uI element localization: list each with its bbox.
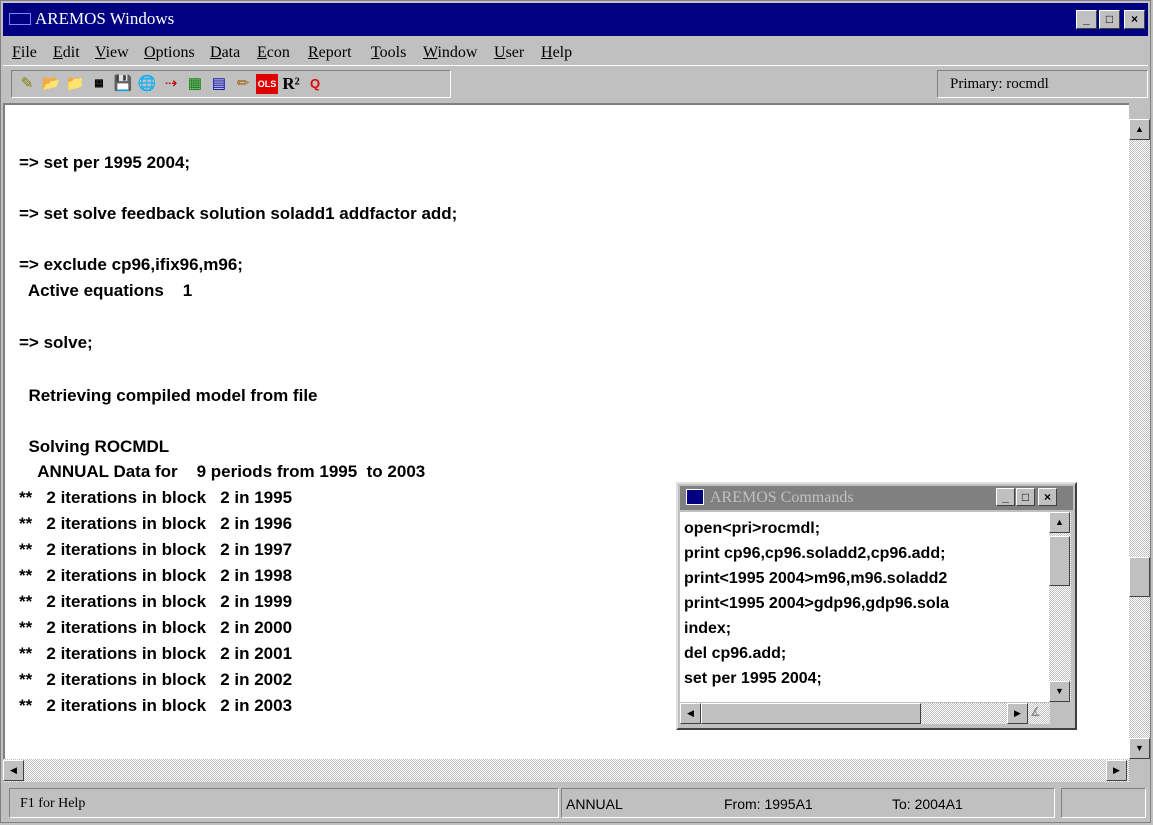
series-icon[interactable]: ▦: [88, 74, 110, 94]
menu-user[interactable]: User: [494, 44, 524, 62]
menu-help[interactable]: Help: [541, 44, 572, 62]
new-icon[interactable]: ✎: [16, 74, 38, 94]
console-line: ** 2 iterations in block 2 in 1997: [19, 540, 293, 559]
commands-scroll-thumb[interactable]: [1049, 536, 1070, 586]
console-line: ** 2 iterations in block 2 in 1995: [19, 488, 293, 507]
console-line: ** 2 iterations in block 2 in 2001: [19, 644, 293, 663]
commands-scroll-down-icon[interactable]: ▼: [1049, 681, 1070, 702]
folder-icon[interactable]: 📁: [64, 74, 86, 94]
command-item[interactable]: set per 1995 2004;: [684, 670, 822, 688]
command-item[interactable]: open<pri>rocmdl;: [684, 520, 820, 538]
ols-button[interactable]: OLS: [256, 74, 278, 94]
scroll-down-icon[interactable]: ▼: [1129, 738, 1150, 759]
menu-tools[interactable]: Tools: [371, 44, 406, 62]
command-item[interactable]: index;: [684, 620, 731, 638]
command-item[interactable]: print<1995 2004>gdp96,gdp96.sola: [684, 595, 949, 613]
table-icon[interactable]: ▦: [184, 74, 206, 94]
to-period: To: 2004A1: [892, 796, 963, 812]
commands-scroll-right-icon[interactable]: ▶: [1007, 703, 1028, 724]
commands-scroll-left-icon[interactable]: ◀: [680, 703, 701, 724]
menu-bar: File Edit View Options Data Econ Report …: [3, 38, 1148, 64]
vertical-scrollbar[interactable]: ▲ ▼: [1129, 119, 1150, 759]
menu-window[interactable]: Window: [423, 44, 477, 62]
from-period: From: 1995A1: [724, 796, 813, 812]
command-item[interactable]: del cp96.add;: [684, 645, 786, 663]
console-line: Retrieving compiled model from file: [19, 386, 318, 405]
resize-grip-icon[interactable]: ∡: [1030, 705, 1041, 719]
console-line: ** 2 iterations in block 2 in 2002: [19, 670, 293, 689]
horizontal-scrollbar[interactable]: ◀ ▶: [3, 759, 1129, 782]
commands-scroll-up-icon[interactable]: ▲: [1049, 512, 1070, 533]
maximize-button[interactable]: □: [1099, 10, 1120, 29]
commands-window-title: AREMOS Commands: [710, 489, 854, 506]
console-line: ** 2 iterations in block 2 in 1996: [19, 514, 293, 533]
console-line: ** 2 iterations in block 2 in 1999: [19, 592, 293, 611]
commands-vertical-scrollbar[interactable]: ▲ ▼: [1049, 512, 1071, 702]
chart-icon[interactable]: ⇢: [160, 74, 182, 94]
help-hint: F1 for Help: [9, 788, 559, 818]
menu-file[interactable]: File: [12, 44, 37, 62]
menu-econ[interactable]: Econ: [257, 44, 290, 62]
console-line: Active equations 1: [19, 281, 193, 300]
console-line: ** 2 iterations in block 2 in 2003: [19, 696, 293, 715]
commands-minimize-button[interactable]: _: [996, 488, 1015, 506]
main-window: AREMOS Windows _ □ × File Edit View Opti…: [0, 0, 1151, 823]
command-item[interactable]: print<1995 2004>m96,m96.soladd2: [684, 570, 947, 588]
commands-horizontal-scrollbar[interactable]: ◀ ▶ ∡: [680, 703, 1050, 724]
scroll-left-icon[interactable]: ◀: [3, 760, 24, 781]
status-extra-panel: [1061, 788, 1146, 818]
menu-data[interactable]: Data: [210, 44, 240, 62]
commands-hscroll-thumb[interactable]: [701, 703, 921, 724]
scroll-up-icon[interactable]: ▲: [1129, 119, 1150, 140]
commands-history-list[interactable]: open<pri>rocmdl; print cp96,cp96.soladd2…: [680, 512, 1049, 702]
quit-button[interactable]: Q: [304, 74, 326, 94]
r-squared-button[interactable]: R²: [280, 74, 302, 94]
console-line: ** 2 iterations in block 2 in 1998: [19, 566, 293, 585]
commands-window[interactable]: AREMOS Commands _ □ × open<pri>rocmdl; p…: [676, 482, 1077, 730]
toolbar-buttons: ✎ 📂 📁 ▦ 💾 🌐 ⇢ ▦ ▤ ✏ OLS R² Q: [11, 70, 451, 98]
save-icon[interactable]: 💾: [112, 74, 134, 94]
console-line: => set per 1995 2004;: [19, 153, 191, 172]
edit-icon[interactable]: ✏: [232, 74, 254, 94]
scroll-right-icon[interactable]: ▶: [1106, 760, 1127, 781]
menu-report[interactable]: Report: [308, 44, 352, 62]
menu-view[interactable]: View: [95, 44, 129, 62]
graph-icon[interactable]: ▤: [208, 74, 230, 94]
close-button[interactable]: ×: [1124, 10, 1145, 29]
commands-maximize-button[interactable]: □: [1016, 488, 1035, 506]
window-title: AREMOS Windows: [35, 9, 175, 28]
status-panel: ANNUAL From: 1995A1 To: 2004A1: [561, 788, 1055, 818]
console-line: => set solve feedback solution soladd1 a…: [19, 204, 458, 223]
open-icon[interactable]: 📂: [40, 74, 62, 94]
globe-icon[interactable]: 🌐: [136, 74, 158, 94]
app-icon[interactable]: [9, 13, 31, 25]
toolbar: ✎ 📂 📁 ▦ 💾 🌐 ⇢ ▦ ▤ ✏ OLS R² Q Primary: ro…: [3, 65, 1148, 102]
menu-options[interactable]: Options: [144, 44, 195, 62]
console-line: => solve;: [19, 333, 93, 352]
frequency-label: ANNUAL: [566, 796, 623, 812]
minimize-button[interactable]: _: [1076, 10, 1097, 29]
status-bar: F1 for Help ANNUAL From: 1995A1 To: 2004…: [3, 784, 1148, 820]
console-line: => exclude cp96,ifix96,m96;: [19, 255, 243, 274]
command-item[interactable]: print cp96,cp96.soladd2,cp96.add;: [684, 545, 945, 563]
console-line: Solving ROCMDL: [19, 437, 170, 456]
commands-app-icon[interactable]: [686, 489, 704, 505]
title-bar[interactable]: AREMOS Windows _ □ ×: [3, 3, 1148, 36]
commands-close-button[interactable]: ×: [1038, 488, 1057, 506]
primary-databank: Primary: rocmdl: [937, 70, 1148, 98]
console-line: ** 2 iterations in block 2 in 2000: [19, 618, 293, 637]
scroll-thumb[interactable]: [1129, 557, 1150, 597]
menu-edit[interactable]: Edit: [53, 44, 80, 62]
commands-title-bar[interactable]: AREMOS Commands _ □ ×: [680, 486, 1073, 510]
console-line: ANNUAL Data for 9 periods from 1995 to 2…: [19, 462, 426, 481]
